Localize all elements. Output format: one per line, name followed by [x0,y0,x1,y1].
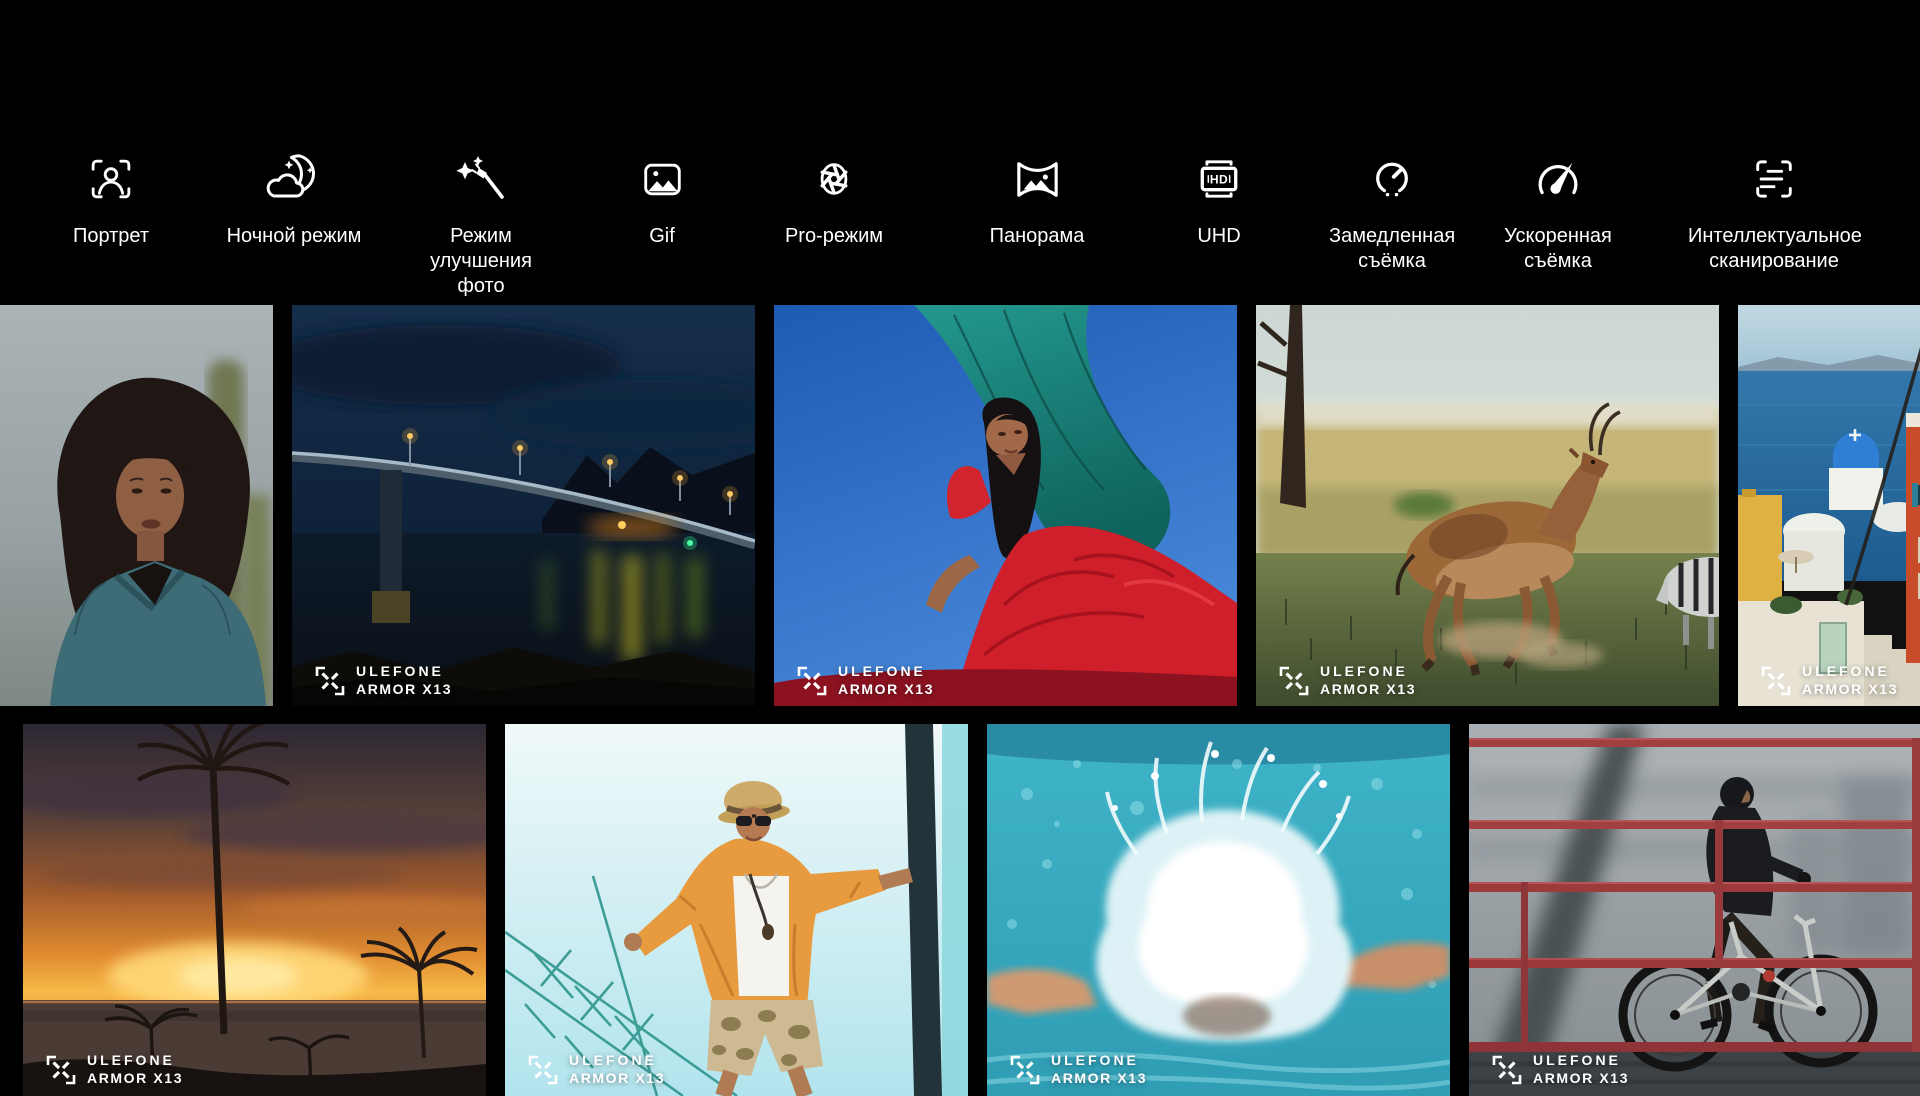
mode-portrait[interactable]: Портрет [51,150,171,249]
aperture-icon [811,150,857,208]
gallery-photo-santorini[interactable]: ULEFONE ARMOR X13 [1738,305,1920,706]
gallery-photo-swimmer[interactable]: ULEFONE ARMOR X13 [987,724,1450,1096]
magic-wand-icon [452,150,510,208]
jumping-man-photo [505,724,968,1096]
watermark-model: ARMOR X13 [1802,682,1898,697]
watermark-brand: ULEFONE [1320,664,1416,679]
mode-label: Ночной режим [214,224,374,249]
watermark: ULEFONE ARMOR X13 [796,664,934,697]
watermark: ULEFONE ARMOR X13 [1491,1053,1629,1086]
mode-label: Интеллектуальное сканирование [1688,224,1860,274]
watermark-brand: ULEFONE [838,664,934,679]
photo-image-icon [639,150,686,208]
gallery-photo-night-bridge[interactable]: ULEFONE ARMOR X13 [292,305,755,706]
gallery-photo-woman-red-fabric[interactable]: ULEFONE ARMOR X13 [774,305,1237,706]
ulefone-x-logo-icon [1009,1054,1041,1086]
ulefone-x-logo-icon [796,665,828,697]
watermark-model: ARMOR X13 [838,682,934,697]
ulefone-x-logo-icon [314,665,346,697]
watermark: ULEFONE ARMOR X13 [527,1053,665,1086]
antelope-photo [1256,305,1719,706]
mode-enhance[interactable]: Режим улучшения фото [408,150,554,299]
mode-slow-motion[interactable]: Замедленная съёмка [1329,150,1455,274]
sunset-palms-photo [23,724,486,1096]
slow-motion-gauge-icon [1367,150,1417,208]
night-bridge-photo [292,305,755,706]
mode-timelapse[interactable]: Ускоренная съёмка [1499,150,1617,274]
watermark-brand: ULEFONE [356,664,452,679]
camera-showcase-page: { "watermark": { "brand": "ULEFONE", "mo… [0,0,1920,1080]
ulefone-x-logo-icon [1760,665,1792,697]
watermark-brand: ULEFONE [87,1053,183,1068]
santorini-photo [1738,305,1920,706]
watermark-model: ARMOR X13 [569,1071,665,1086]
speedometer-icon [1531,150,1585,208]
swimmer-photo [987,724,1450,1096]
watermark: ULEFONE ARMOR X13 [1278,664,1416,697]
mode-panorama[interactable]: Панорама [977,150,1097,249]
hd-frame-icon: HD [1193,150,1245,208]
watermark-model: ARMOR X13 [356,682,452,697]
mode-label: Режим улучшения фото [408,224,554,299]
watermark-brand: ULEFONE [1802,664,1898,679]
mode-label: UHD [1174,224,1264,249]
watermark: ULEFONE ARMOR X13 [1760,664,1898,697]
moon-cloud-icon [264,150,324,208]
panorama-icon [1010,150,1065,208]
mode-pro[interactable]: Pro-режим [774,150,894,249]
watermark-brand: ULEFONE [569,1053,665,1068]
mode-label: Pro-режим [774,224,894,249]
watermark: ULEFONE ARMOR X13 [1009,1053,1147,1086]
gallery-photo-antelope[interactable]: ULEFONE ARMOR X13 [1256,305,1719,706]
document-scan-icon [1750,150,1798,208]
portrait-frame-icon [86,150,136,208]
watermark: ULEFONE ARMOR X13 [314,664,452,697]
watermark-brand: ULEFONE [1533,1053,1629,1068]
watermark-model: ARMOR X13 [1320,682,1416,697]
woman-red-fabric-photo [774,305,1237,706]
watermark-model: ARMOR X13 [1051,1071,1147,1086]
mode-night[interactable]: Ночной режим [214,150,374,249]
mode-smart-scan[interactable]: Интеллектуальное сканирование [1688,150,1860,274]
gallery-photo-jumping-man[interactable]: ULEFONE ARMOR X13 [505,724,968,1096]
watermark-model: ARMOR X13 [87,1071,183,1086]
gallery-photo-cyclist[interactable]: ULEFONE ARMOR X13 [1469,724,1920,1096]
mode-gif[interactable]: Gif [617,150,707,249]
mode-label: Портрет [51,224,171,249]
ulefone-x-logo-icon [1491,1054,1523,1086]
mode-label: Замедленная съёмка [1329,224,1455,274]
ulefone-x-logo-icon [527,1054,559,1086]
gallery-photo-sunset-palms[interactable]: ULEFONE ARMOR X13 [23,724,486,1096]
watermark: ULEFONE ARMOR X13 [45,1053,183,1086]
ulefone-x-logo-icon [1278,665,1310,697]
mode-label: Панорама [977,224,1097,249]
mode-uhd[interactable]: HD UHD [1174,150,1264,249]
watermark-brand: ULEFONE [1051,1053,1147,1068]
mode-label: Gif [617,224,707,249]
svg-text:HD: HD [1210,173,1228,187]
portrait-woman-photo [0,305,273,706]
mode-label: Ускоренная съёмка [1499,224,1617,274]
cyclist-photo [1469,724,1920,1096]
gallery-photo-portrait-woman[interactable]: ULEFONE ARMOR X13 [0,305,273,706]
ulefone-x-logo-icon [45,1054,77,1086]
watermark-model: ARMOR X13 [1533,1071,1629,1086]
